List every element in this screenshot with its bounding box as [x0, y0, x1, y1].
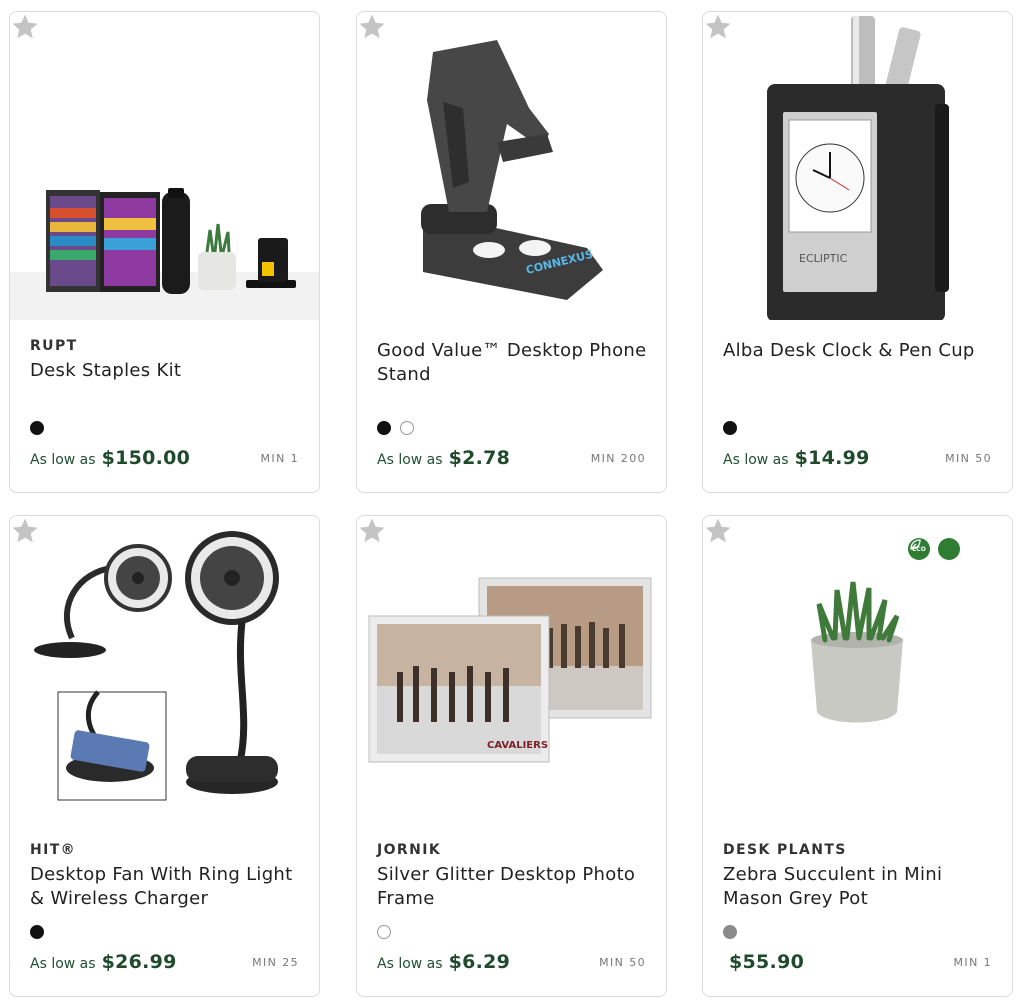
leaf-badge-icon [910, 538, 960, 560]
favorite-star-icon[interactable] [703, 516, 733, 546]
imprint-text: CAVALIERS [487, 740, 548, 751]
minimum-quantity: MIN 1 [953, 956, 992, 969]
favorite-star-icon[interactable] [10, 516, 40, 546]
price-row: As low as $14.99 [723, 447, 870, 469]
product-image[interactable]: ECLIPTIC [703, 12, 1012, 320]
product-card[interactable]: CONNEXUS Good Value™ Desktop Phone Stand… [356, 11, 667, 493]
favorite-star-icon[interactable] [357, 12, 387, 42]
price-row: $55.90 [723, 951, 804, 973]
color-swatch-white[interactable] [400, 421, 414, 435]
brand-name: JORNIK [377, 842, 442, 858]
price-prefix: As low as [377, 452, 443, 468]
product-title[interactable]: Good Value™ Desktop Phone Stand [377, 339, 652, 387]
price: $150.00 [101, 447, 191, 469]
color-swatches [723, 421, 737, 435]
color-swatches [723, 925, 737, 939]
price: $2.78 [448, 447, 511, 469]
product-card[interactable]: RUPT Desk Staples Kit As low as $150.00 … [9, 11, 320, 493]
product-image[interactable]: ECO [703, 516, 1012, 824]
minimum-quantity: MIN 25 [252, 956, 299, 969]
color-swatch-black[interactable] [30, 421, 44, 435]
price-row: As low as $6.29 [377, 951, 510, 973]
minimum-quantity: MIN 50 [945, 452, 992, 465]
color-swatch-black[interactable] [377, 421, 391, 435]
favorite-star-icon[interactable] [10, 12, 40, 42]
price: $14.99 [794, 447, 870, 469]
product-title[interactable]: Zebra Succulent in Mini Mason Grey Pot [723, 863, 998, 911]
price-prefix: As low as [30, 452, 96, 468]
product-card[interactable]: HIT® Desktop Fan With Ring Light & Wirel… [9, 515, 320, 997]
price-row: As low as $2.78 [377, 447, 510, 469]
product-image[interactable] [10, 12, 319, 320]
product-image[interactable]: CONNEXUS [357, 12, 666, 320]
price-prefix: As low as [723, 452, 789, 468]
price: $26.99 [101, 951, 177, 973]
color-swatches [30, 925, 44, 939]
product-card[interactable]: ECLIPTIC Alba Desk Clock & Pen Cup As lo… [702, 11, 1013, 493]
product-title[interactable]: Alba Desk Clock & Pen Cup [723, 339, 998, 363]
product-card[interactable]: ECO DESK PLANTS Zebra Succulent in Mini … [702, 515, 1013, 997]
price: $6.29 [448, 951, 511, 973]
color-swatch-black[interactable] [30, 925, 44, 939]
brand-name: HIT® [30, 842, 77, 858]
imprint-text: ECLIPTIC [799, 252, 848, 265]
brand-name: RUPT [30, 338, 78, 354]
product-image[interactable]: CAVALIERS [357, 516, 666, 824]
price-row: As low as $26.99 [30, 951, 177, 973]
price-prefix: As low as [30, 956, 96, 972]
color-swatches [377, 925, 391, 939]
price-prefix: As low as [377, 956, 443, 972]
product-title[interactable]: Desktop Fan With Ring Light & Wireless C… [30, 863, 305, 911]
product-card[interactable]: CAVALIERS JORNIK Silver Glitter Desktop … [356, 515, 667, 997]
price: $55.90 [729, 951, 805, 973]
price-row: As low as $150.00 [30, 447, 190, 469]
color-swatch-black[interactable] [723, 421, 737, 435]
minimum-quantity: MIN 200 [590, 452, 646, 465]
color-swatches [377, 421, 414, 435]
favorite-star-icon[interactable] [357, 516, 387, 546]
product-title[interactable]: Desk Staples Kit [30, 359, 305, 383]
color-swatch-white[interactable] [377, 925, 391, 939]
favorite-star-icon[interactable] [703, 12, 733, 42]
minimum-quantity: MIN 50 [599, 956, 646, 969]
brand-name: DESK PLANTS [723, 842, 847, 858]
product-title[interactable]: Silver Glitter Desktop Photo Frame [377, 863, 652, 911]
color-swatch-gray[interactable] [723, 925, 737, 939]
badges: ECO [908, 538, 960, 560]
color-swatches [30, 421, 44, 435]
product-image[interactable] [10, 516, 319, 824]
minimum-quantity: MIN 1 [260, 452, 299, 465]
